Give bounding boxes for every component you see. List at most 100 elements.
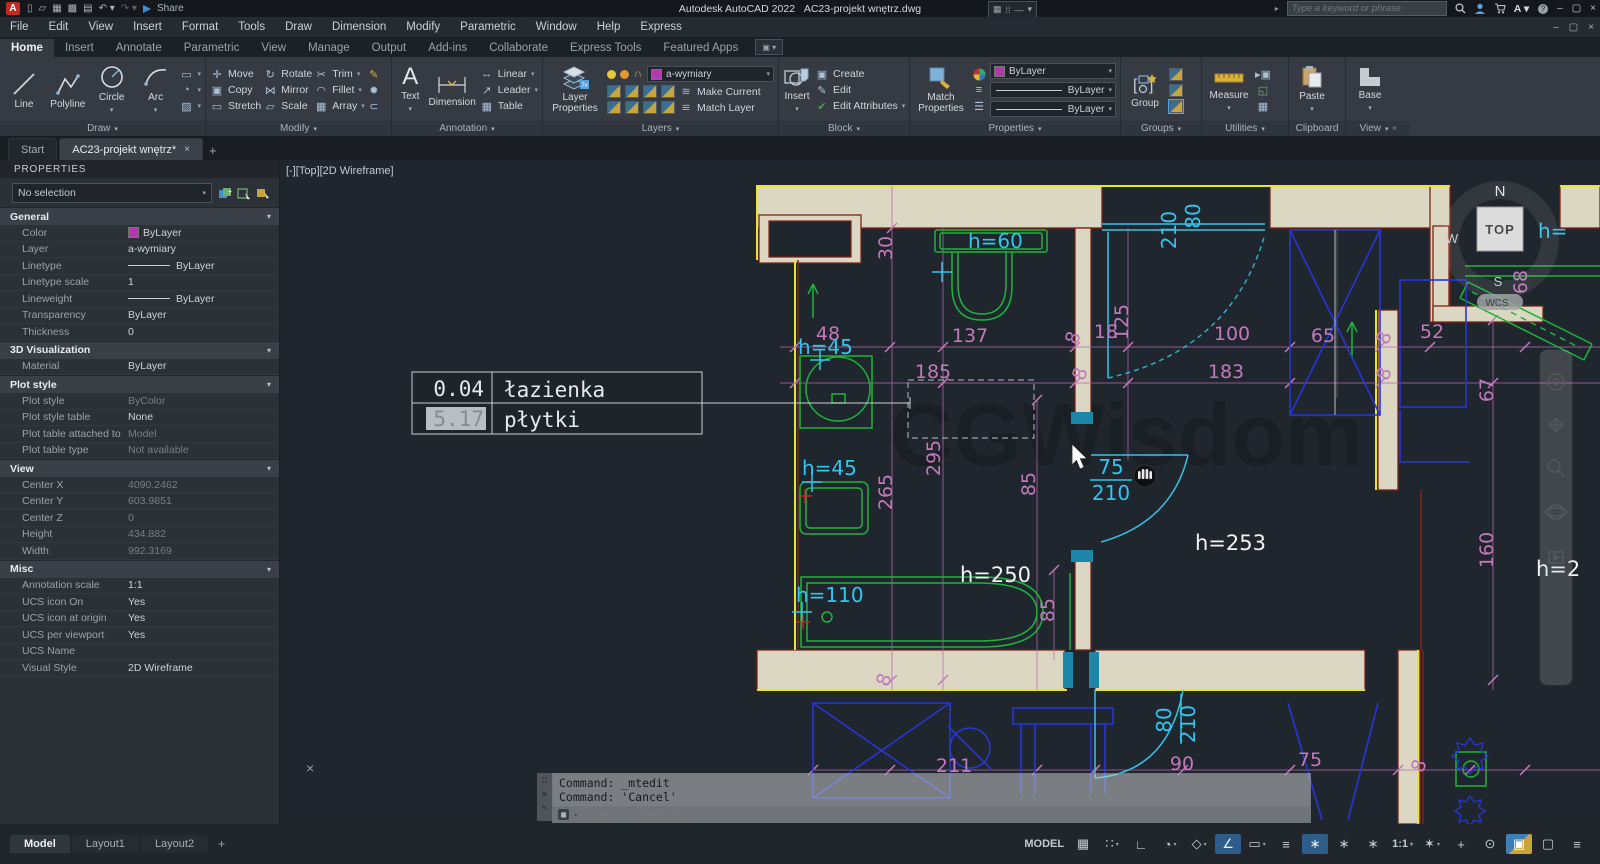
select-objects-icon[interactable] [236, 186, 252, 201]
viewcube-north-label[interactable]: N [1495, 183, 1506, 200]
mirror-button[interactable]: ⋈Mirror [263, 84, 312, 97]
drawing-canvas[interactable]: [-][Top][2D Wireframe] CGWisdom [280, 160, 1600, 824]
model-space-label[interactable]: MODEL [1021, 834, 1067, 854]
layer-thaw-tool-icon[interactable] [625, 101, 639, 114]
calculator-icon[interactable]: ▦ [1256, 100, 1270, 113]
property-value[interactable]: ByColor [128, 395, 279, 407]
menu-item-format[interactable]: Format [172, 17, 228, 37]
save-icon[interactable]: ▦ [52, 3, 61, 14]
property-value[interactable]: 992.3169 [128, 545, 279, 557]
ribbon-display-toggle[interactable]: ▣ ▾ [755, 39, 783, 55]
panel-title-groups[interactable]: Groups▾ [1121, 121, 1201, 136]
property-value[interactable]: Yes [128, 596, 279, 608]
doc-restore-button[interactable]: ▢ [1569, 22, 1578, 33]
rectangle-icon[interactable]: ▭ [180, 68, 194, 81]
panel-title-view[interactable]: View▾» [1346, 121, 1410, 136]
layout-tab-layout1[interactable]: Layout1 [72, 835, 139, 853]
copy-button[interactable]: ▣Copy [210, 84, 261, 97]
grid-display-icon[interactable]: ▦ [1070, 834, 1096, 854]
app-store-cart-icon[interactable] [1494, 3, 1506, 14]
layer-dropdown[interactable]: a-wymiary▾ [647, 66, 774, 82]
ungroup-icon[interactable] [1169, 68, 1183, 81]
ribbon-tab-view[interactable]: View [250, 39, 297, 57]
property-value[interactable]: Not available [128, 444, 279, 456]
annotation-autoscale-icon[interactable]: ∗ [1331, 834, 1357, 854]
autocad-logo-icon[interactable]: A [6, 2, 20, 15]
graphics-performance-icon[interactable]: ▣ [1506, 834, 1532, 854]
panel-title-layers[interactable]: Layers▾ [543, 121, 778, 136]
match-properties-button[interactable]: Match Properties [914, 66, 968, 114]
viewport-controls-label[interactable]: [-][Top][2D Wireframe] [286, 165, 394, 177]
dash-mini-icon[interactable]: — [1015, 5, 1024, 15]
layer-freeze-icon[interactable] [625, 85, 639, 98]
hatch-icon[interactable]: ▨ [180, 100, 194, 113]
navigation-bar[interactable] [1540, 350, 1572, 685]
property-value[interactable]: 603.9851 [128, 495, 279, 507]
text-button[interactable]: A Text▾ [396, 65, 425, 115]
ortho-mode-icon[interactable]: ∟ [1128, 834, 1154, 854]
property-value[interactable]: 434.882 [128, 528, 279, 540]
rotate-button[interactable]: ↻Rotate [263, 68, 312, 81]
command-close-icon[interactable]: × [541, 789, 547, 800]
section-header-general[interactable]: General▾ [0, 207, 279, 225]
menu-item-file[interactable]: File [0, 17, 39, 37]
ribbon-tab-collaborate[interactable]: Collaborate [478, 39, 559, 57]
annotation-visibility-icon[interactable]: ∗ [1302, 834, 1328, 854]
annotation-scale-icon[interactable]: ∗ [1360, 834, 1386, 854]
property-value[interactable]: ByLayer [128, 293, 279, 305]
clean-screen-icon[interactable]: ▢ [1535, 834, 1561, 854]
property-value[interactable]: Model [128, 428, 279, 440]
array-button[interactable]: ▦Array▾ [314, 100, 365, 113]
layer-on-bulb-icon[interactable] [607, 70, 616, 79]
annotation-scale-value[interactable]: 1:1▾ [1389, 834, 1416, 854]
table-cell-area2[interactable]: 5.17 [433, 407, 484, 431]
linetype-list-icon[interactable]: ☰ [972, 100, 986, 113]
file-tab-document[interactable]: AC23-projekt wnętrz*× [59, 138, 203, 160]
stretch-button[interactable]: ▭Stretch [210, 100, 261, 113]
search-input[interactable] [1287, 1, 1447, 16]
panel-title-block[interactable]: Block▾ [779, 121, 909, 136]
property-value[interactable]: 1 [128, 276, 279, 288]
block-edit-button[interactable]: ✎Edit [815, 84, 905, 97]
selection-dropdown[interactable]: No selection▾ [12, 183, 212, 203]
base-button[interactable]: Base▾ [1350, 66, 1390, 114]
menu-item-help[interactable]: Help [587, 17, 631, 37]
file-tab-start[interactable]: Start [8, 138, 57, 160]
command-wrench-icon[interactable]: ⌐ [538, 802, 550, 814]
property-value[interactable]: ByLayer [128, 227, 279, 239]
property-value[interactable]: 1:1 [128, 579, 279, 591]
isometric-drafting-icon[interactable]: ◇▾ [1186, 834, 1212, 854]
layout-tab-layout2[interactable]: Layout2 [141, 835, 208, 853]
match-layer-button[interactable]: Match Layer [697, 102, 755, 114]
menu-item-window[interactable]: Window [526, 17, 587, 37]
property-value[interactable]: 0 [128, 512, 279, 524]
redo-icon[interactable]: ↷ ▾ [121, 3, 137, 14]
editor-close-icon[interactable]: × [306, 760, 314, 776]
linear-button[interactable]: ↔Linear▾ [480, 68, 538, 81]
doc-minimize-button[interactable]: – [1553, 22, 1559, 33]
quick-select-icon[interactable]: ▸▣ [1256, 68, 1270, 81]
viewcube-west-label[interactable]: W [1446, 231, 1459, 246]
menu-item-view[interactable]: View [78, 17, 123, 37]
customization-icon[interactable]: ≡ [1564, 834, 1590, 854]
property-value[interactable]: None [128, 411, 279, 423]
edit-attributes-button[interactable]: ✔Edit Attributes▾ [815, 100, 905, 113]
group-edit-icon[interactable] [1169, 84, 1183, 97]
ribbon-tab-parametric[interactable]: Parametric [173, 39, 251, 57]
panel-title-draw[interactable]: Draw▾ [0, 121, 205, 136]
minimize-button[interactable]: – [1557, 3, 1563, 14]
block-create-button[interactable]: ▣Create [815, 68, 905, 81]
section-header-3d-visualization[interactable]: 3D Visualization▾ [0, 341, 279, 359]
file-tab-add-button[interactable]: + [209, 143, 217, 160]
group-button[interactable]: [] Group [1125, 72, 1165, 109]
save-as-icon[interactable]: ▩ [68, 3, 77, 14]
paste-button[interactable]: Paste▾ [1293, 65, 1331, 115]
quick-calc-icon[interactable]: ◱ [1256, 84, 1270, 97]
toggle-pickadd-icon[interactable]: + [217, 186, 233, 201]
layer-on-tool-icon[interactable] [643, 101, 657, 114]
menu-item-draw[interactable]: Draw [275, 17, 322, 37]
dimension-button[interactable]: Dimension [429, 73, 476, 108]
close-button[interactable]: × [1590, 3, 1596, 14]
layout-tab-model[interactable]: Model [10, 835, 70, 853]
property-value[interactable]: 4090.2462 [128, 479, 279, 491]
